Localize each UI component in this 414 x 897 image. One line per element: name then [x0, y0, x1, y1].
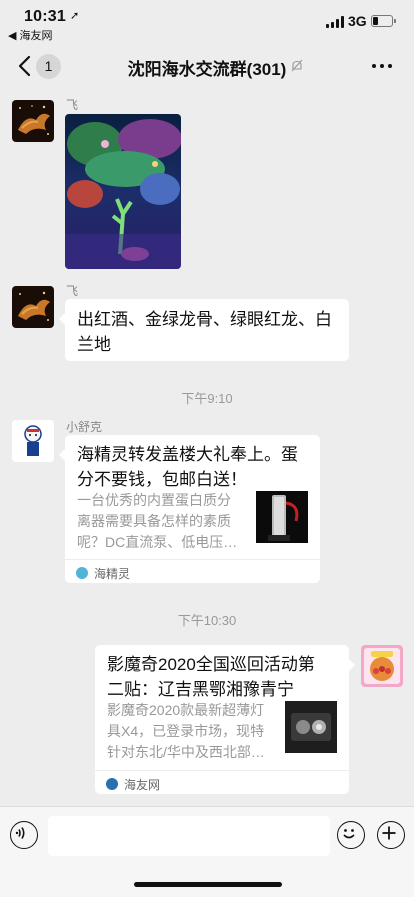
sender-name: 飞 [66, 98, 79, 112]
avatar[interactable] [12, 286, 54, 328]
sender-name: 飞 [66, 284, 79, 298]
image-message[interactable] [65, 114, 181, 269]
card-title-line: 二贴：辽吉黑鄂湘豫青宁 [107, 680, 294, 699]
card-title-line: 分不要钱，包邮白送！ [77, 470, 247, 489]
message-input[interactable] [48, 816, 330, 856]
chat-header: 1 沈阳海水交流群(301) [0, 44, 414, 88]
emoji-icon[interactable] [337, 821, 365, 849]
signal-icon [326, 16, 344, 28]
add-more-icon[interactable] [377, 821, 405, 849]
card-thumbnail [285, 701, 337, 753]
network-type: 3G [348, 13, 367, 29]
link-card[interactable]: 海精灵转发盖楼大礼奉上。蛋 分不要钱，包邮白送！ 一台优秀的内置蛋白质分 离器需… [59, 435, 320, 583]
timestamp: 下午10:30 [177, 613, 237, 628]
card-source: 海精灵 [94, 567, 131, 581]
mute-bell-icon [291, 59, 303, 72]
card-title-line: 影魔奇2020全国巡回活动第 [107, 655, 315, 674]
card-source: 海友网 [124, 778, 161, 792]
location-arrow-icon: ➚ [70, 10, 80, 22]
card-thumbnail [256, 491, 308, 543]
back-to-app-link[interactable]: ◀ 海友网 [8, 27, 53, 43]
avatar[interactable] [12, 100, 54, 142]
chat-title: 沈阳海水交流群(301) [127, 60, 287, 79]
card-title-line: 海精灵转发盖楼大礼奉上。蛋 [77, 445, 298, 464]
card-description-line: 具X4，已登录市场，现特 [107, 723, 265, 739]
voice-input-icon[interactable] [10, 821, 38, 849]
status-bar: 10:31 ➚ ◀ 海友网 3G [0, 0, 414, 44]
source-icon [106, 778, 118, 790]
message-text-line: 出红酒、金绿龙骨、绿眼红龙、白 [77, 310, 332, 329]
more-options-icon[interactable] [370, 58, 394, 74]
text-message[interactable]: 出红酒、金绿龙骨、绿眼红龙、白 兰地 [59, 299, 349, 361]
card-description-line: 离器需要具备怎样的素质 [77, 513, 231, 529]
message-text-line: 兰地 [77, 335, 111, 354]
avatar[interactable] [12, 420, 54, 462]
avatar[interactable] [361, 645, 403, 687]
sender-name: 小舒克 [66, 420, 103, 434]
status-time: 10:31 [24, 8, 66, 25]
card-description-line: 一台优秀的内置蛋白质分 [77, 492, 231, 508]
card-description-line: 呢？DC直流泵、低电压… [77, 534, 238, 550]
card-description-line: 针对东北/华中及西北部… [107, 744, 265, 760]
source-icon [76, 567, 88, 579]
card-description-line: 影魔奇2020款最新超薄灯 [107, 702, 265, 718]
home-indicator[interactable] [134, 882, 282, 887]
timestamp: 下午9:10 [181, 391, 233, 406]
link-card[interactable]: 影魔奇2020全国巡回活动第 二贴：辽吉黑鄂湘豫青宁 影魔奇2020款最新超薄灯… [95, 645, 355, 794]
battery-icon [371, 15, 396, 27]
